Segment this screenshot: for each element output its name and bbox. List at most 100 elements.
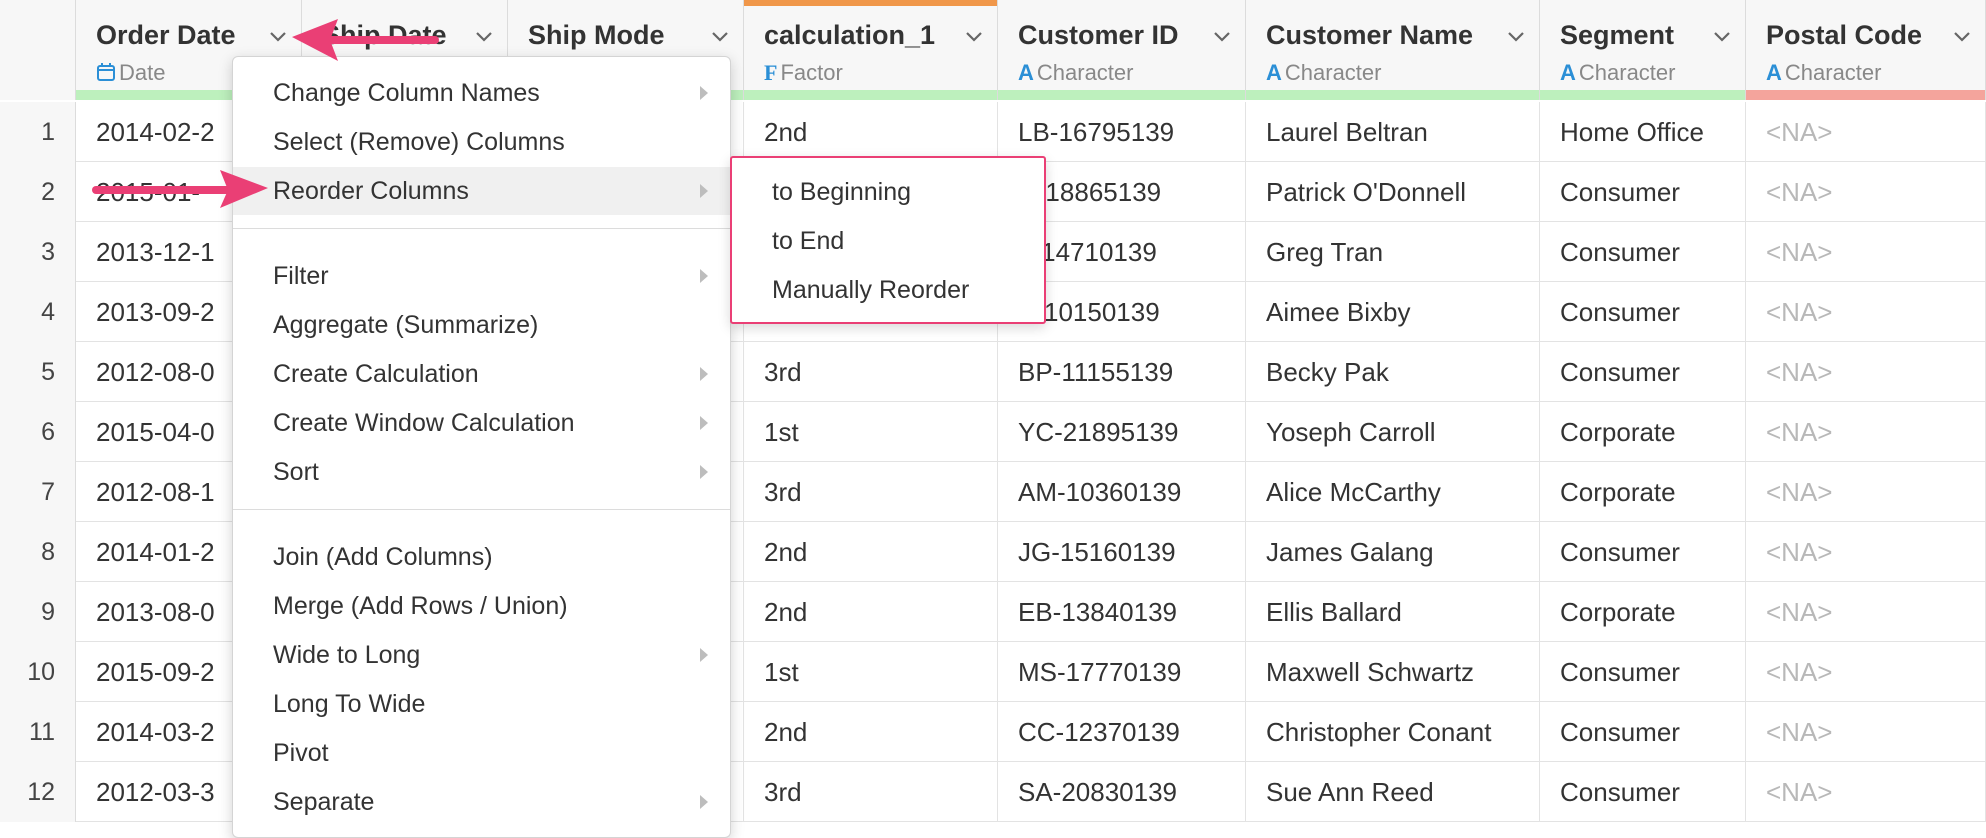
menu-item-join-add-columns[interactable]: Join (Add Columns)	[233, 533, 730, 581]
chevron-down-icon[interactable]	[1713, 30, 1731, 42]
submenu-item-manually-reorder[interactable]: Manually Reorder	[772, 266, 969, 314]
table-cell[interactable]: AM-10360139	[998, 462, 1246, 522]
table-cell[interactable]: YC-21895139	[998, 402, 1246, 462]
menu-item-select-remove-columns[interactable]: Select (Remove) Columns	[233, 118, 730, 166]
table-cell[interactable]: <NA>	[1746, 642, 1986, 702]
column-header-customer-id[interactable]: Customer ID A Character	[998, 0, 1246, 100]
table-cell[interactable]: <NA>	[1746, 222, 1986, 282]
table-cell[interactable]: <NA>	[1746, 282, 1986, 342]
table-cell[interactable]: Consumer	[1540, 642, 1746, 702]
table-cell[interactable]: Consumer	[1540, 762, 1746, 822]
table-cell[interactable]: 3rd	[744, 462, 998, 522]
table-cell[interactable]: Aimee Bixby	[1246, 282, 1540, 342]
table-cell[interactable]: James Galang	[1246, 522, 1540, 582]
table-cell[interactable]: MS-17770139	[998, 642, 1246, 702]
table-cell[interactable]: Consumer	[1540, 222, 1746, 282]
table-cell[interactable]: 2nd	[744, 582, 998, 642]
column-header-customer-name[interactable]: Customer Name A Character	[1246, 0, 1540, 100]
column-header-postal-code[interactable]: Postal Code A Character	[1746, 0, 1986, 100]
menu-item-merge-add-rows-union[interactable]: Merge (Add Rows / Union)	[233, 582, 730, 630]
table-cell[interactable]: 2nd	[744, 702, 998, 762]
table-cell[interactable]: Ellis Ballard	[1246, 582, 1540, 642]
table-cell[interactable]: <NA>	[1746, 462, 1986, 522]
table-cell[interactable]: <NA>	[1746, 582, 1986, 642]
table-cell[interactable]: Sue Ann Reed	[1246, 762, 1540, 822]
table-cell[interactable]: <NA>	[1746, 102, 1986, 162]
menu-item-create-calculation[interactable]: Create Calculation	[233, 350, 730, 398]
column-quality-bar	[1746, 90, 1985, 100]
chevron-down-icon[interactable]	[475, 30, 493, 42]
column-header-segment[interactable]: Segment A Character	[1540, 0, 1746, 100]
table-cell[interactable]: <NA>	[1746, 702, 1986, 762]
table-cell[interactable]: EB-13840139	[998, 582, 1246, 642]
column-header-calculation-1[interactable]: calculation_1 F Factor	[744, 0, 998, 100]
table-cell[interactable]: 3rd	[744, 762, 998, 822]
chevron-down-icon[interactable]	[1507, 30, 1525, 42]
menu-item-create-window-calculation[interactable]: Create Window Calculation	[233, 399, 730, 447]
table-cell[interactable]: <NA>	[1746, 522, 1986, 582]
table-cell[interactable]: LB-16795139	[998, 102, 1246, 162]
table-cell[interactable]: Consumer	[1540, 702, 1746, 762]
menu-item-separate[interactable]: Separate	[233, 778, 730, 826]
table-cell[interactable]: Becky Pak	[1246, 342, 1540, 402]
table-cell[interactable]: <NA>	[1746, 762, 1986, 822]
table-cell[interactable]: 2nd	[744, 102, 998, 162]
selected-column-indicator	[744, 0, 997, 6]
table-cell[interactable]: Laurel Beltran	[1246, 102, 1540, 162]
table-cell[interactable]: BP-11155139	[998, 342, 1246, 402]
table-cell[interactable]: Consumer	[1540, 282, 1746, 342]
column-type-label: Character	[1036, 60, 1134, 85]
column-name: Postal Code	[1766, 20, 1923, 50]
table-cell[interactable]: Consumer	[1540, 522, 1746, 582]
submenu-arrow-icon	[700, 86, 708, 100]
submenu-item-to-beginning[interactable]: to Beginning	[772, 168, 911, 216]
chevron-down-icon[interactable]	[965, 30, 983, 42]
table-cell[interactable]: 1st	[744, 402, 998, 462]
table-cell[interactable]: JG-15160139	[998, 522, 1246, 582]
table-cell[interactable]: Patrick O'Donnell	[1246, 162, 1540, 222]
table-cell[interactable]: CC-12370139	[998, 702, 1246, 762]
row-number-header	[0, 0, 76, 100]
column-name: Order Date	[96, 20, 236, 50]
menu-item-filter[interactable]: Filter	[233, 252, 730, 300]
menu-item-change-column-names[interactable]: Change Column Names	[233, 69, 730, 117]
chevron-down-icon[interactable]	[1953, 30, 1971, 42]
menu-item-label: Long To Wide	[273, 690, 426, 718]
menu-item-label: Merge (Add Rows / Union)	[273, 592, 568, 620]
table-cell[interactable]: 3rd	[744, 342, 998, 402]
column-type: A Character	[1766, 60, 1881, 86]
menu-item-sort[interactable]: Sort	[233, 448, 730, 496]
table-cell[interactable]: <NA>	[1746, 162, 1986, 222]
column-type-label: Character	[1284, 60, 1382, 85]
table-cell[interactable]: Yoseph Carroll	[1246, 402, 1540, 462]
chevron-down-icon[interactable]	[269, 30, 287, 42]
menu-item-reorder-columns[interactable]: Reorder Columns	[233, 167, 730, 215]
table-cell[interactable]: 2nd	[744, 522, 998, 582]
table-cell[interactable]: Corporate	[1540, 462, 1746, 522]
column-quality-bar	[998, 90, 1245, 100]
table-cell[interactable]: <NA>	[1746, 342, 1986, 402]
table-cell[interactable]: Alice McCarthy	[1246, 462, 1540, 522]
character-type-icon: A	[1560, 60, 1576, 85]
table-cell[interactable]: Consumer	[1540, 342, 1746, 402]
table-cell[interactable]: 1st	[744, 642, 998, 702]
menu-item-wide-to-long[interactable]: Wide to Long	[233, 631, 730, 679]
table-cell[interactable]: SA-20830139	[998, 762, 1246, 822]
table-cell[interactable]: Maxwell Schwartz	[1246, 642, 1540, 702]
chevron-down-icon[interactable]	[1213, 30, 1231, 42]
table-cell[interactable]: Corporate	[1540, 402, 1746, 462]
table-cell[interactable]: Home Office	[1540, 102, 1746, 162]
table-cell[interactable]: Corporate	[1540, 582, 1746, 642]
table-cell[interactable]: Christopher Conant	[1246, 702, 1540, 762]
table-cell[interactable]: <NA>	[1746, 402, 1986, 462]
menu-item-pivot[interactable]: Pivot	[233, 729, 730, 777]
menu-item-long-to-wide[interactable]: Long To Wide	[233, 680, 730, 728]
column-name: Ship Date	[322, 20, 447, 50]
menu-item-aggregate-summarize[interactable]: Aggregate (Summarize)	[233, 301, 730, 349]
table-cell[interactable]: Greg Tran	[1246, 222, 1540, 282]
table-cell[interactable]: Consumer	[1540, 162, 1746, 222]
submenu-item-to-end[interactable]: to End	[772, 217, 844, 265]
row-number: 6	[0, 402, 76, 462]
column-type-label: Character	[1578, 60, 1676, 85]
chevron-down-icon[interactable]	[711, 30, 729, 42]
